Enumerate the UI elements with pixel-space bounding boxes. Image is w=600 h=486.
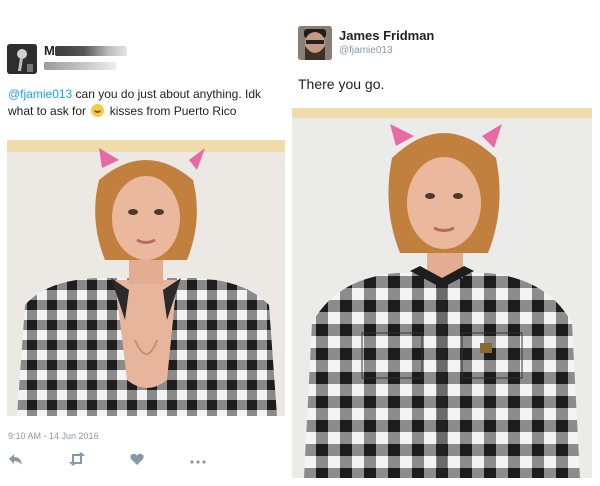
left-tweet-panel: M @fjamie013 can you do just about anyth… bbox=[0, 0, 293, 486]
tweet-photo[interactable] bbox=[292, 108, 592, 478]
tweet-text-line2-end: kisses from Puerto Rico bbox=[109, 104, 237, 118]
reply-icon[interactable] bbox=[8, 452, 32, 472]
author-name-blur bbox=[55, 46, 127, 56]
like-icon[interactable] bbox=[130, 452, 154, 472]
photo-image bbox=[7, 140, 285, 416]
author-handle-blur bbox=[44, 62, 116, 70]
avatar-image bbox=[7, 44, 37, 74]
tweet-text-line1: can you do just about anything. Idk bbox=[72, 87, 262, 101]
avatar[interactable] bbox=[298, 26, 332, 60]
avatar[interactable] bbox=[7, 44, 37, 74]
mention-link[interactable]: @fjamie013 bbox=[8, 87, 72, 101]
laughing-emoji-icon bbox=[91, 104, 105, 117]
tweet-actions bbox=[8, 452, 208, 472]
author-handle[interactable]: @fjamie013 bbox=[339, 45, 393, 56]
photo-image bbox=[292, 108, 592, 478]
retweet-icon[interactable] bbox=[68, 452, 92, 472]
tweet-text: There you go. bbox=[298, 76, 385, 92]
tweet-text: @fjamie013 can you do just about anythin… bbox=[8, 86, 286, 120]
timestamp[interactable]: 9:10 AM - 14 Jun 2016 bbox=[8, 431, 99, 441]
more-icon[interactable] bbox=[190, 452, 214, 472]
tweet-text-line2-start: what to ask for bbox=[8, 104, 87, 118]
author-name[interactable]: James Fridman bbox=[339, 28, 434, 43]
author-name[interactable]: M bbox=[44, 43, 55, 58]
tweet-photo[interactable] bbox=[7, 140, 285, 416]
avatar-image bbox=[298, 26, 332, 60]
